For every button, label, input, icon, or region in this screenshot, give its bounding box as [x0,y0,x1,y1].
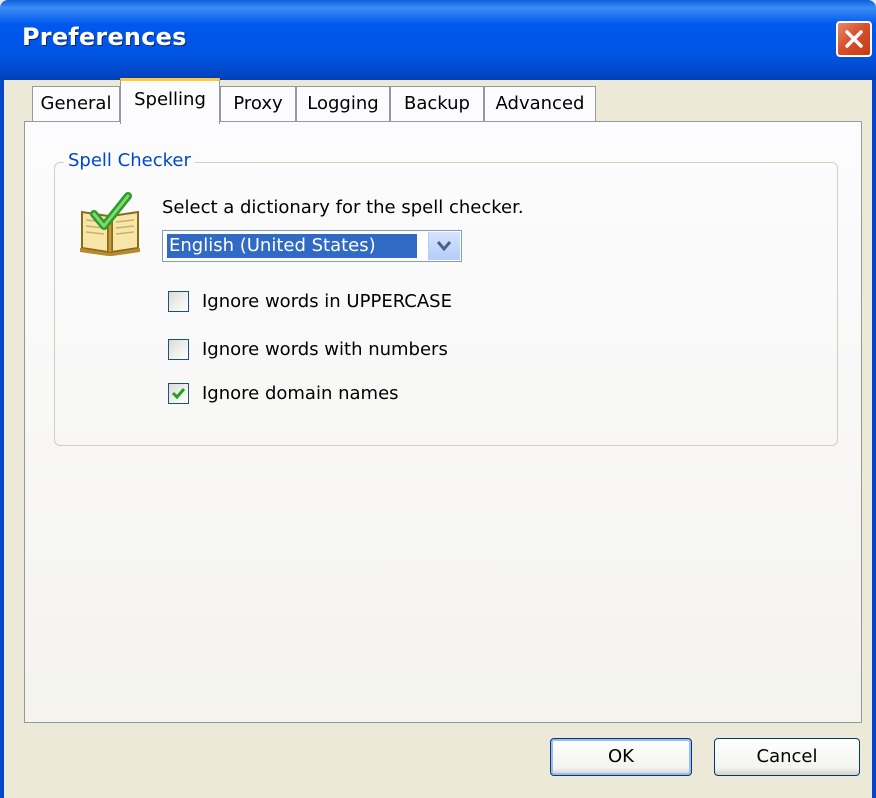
dictionary-select[interactable]: English (United States) [162,230,462,262]
window-frame-left [0,80,4,798]
checkmark-icon [171,388,186,400]
tab-spelling[interactable]: Spelling [120,78,220,124]
chevron-down-icon [437,241,451,252]
tab-general[interactable]: General [32,86,120,122]
ignore-numbers-label: Ignore words with numbers [202,339,448,360]
ok-button[interactable]: OK [550,738,692,776]
ignore-uppercase-label: Ignore words in UPPERCASE [202,291,452,312]
window-title: Preferences [22,23,187,51]
tab-proxy[interactable]: Proxy [220,86,296,122]
dictionary-select-button[interactable] [428,232,460,260]
ignore-numbers-checkbox[interactable] [168,339,189,360]
tab-backup[interactable]: Backup [390,86,484,122]
close-button[interactable] [836,21,872,57]
tab-logging[interactable]: Logging [296,86,390,122]
dictionary-select-value: English (United States) [167,234,417,258]
cancel-button[interactable]: Cancel [714,738,860,776]
ignore-uppercase-checkbox[interactable] [168,291,189,312]
tab-advanced[interactable]: Advanced [484,86,596,122]
preferences-window: Preferences General Spelling Proxy Loggi… [0,0,876,798]
book-check-icon [78,192,142,256]
dictionary-instruction: Select a dictionary for the spell checke… [162,197,524,218]
spell-checker-group-title: Spell Checker [64,150,195,171]
ignore-domain-names-checkbox[interactable] [168,383,189,404]
close-icon [845,30,863,48]
ignore-domain-names-label: Ignore domain names [202,383,399,404]
title-bar[interactable]: Preferences [0,0,876,80]
window-frame-right [872,80,876,798]
